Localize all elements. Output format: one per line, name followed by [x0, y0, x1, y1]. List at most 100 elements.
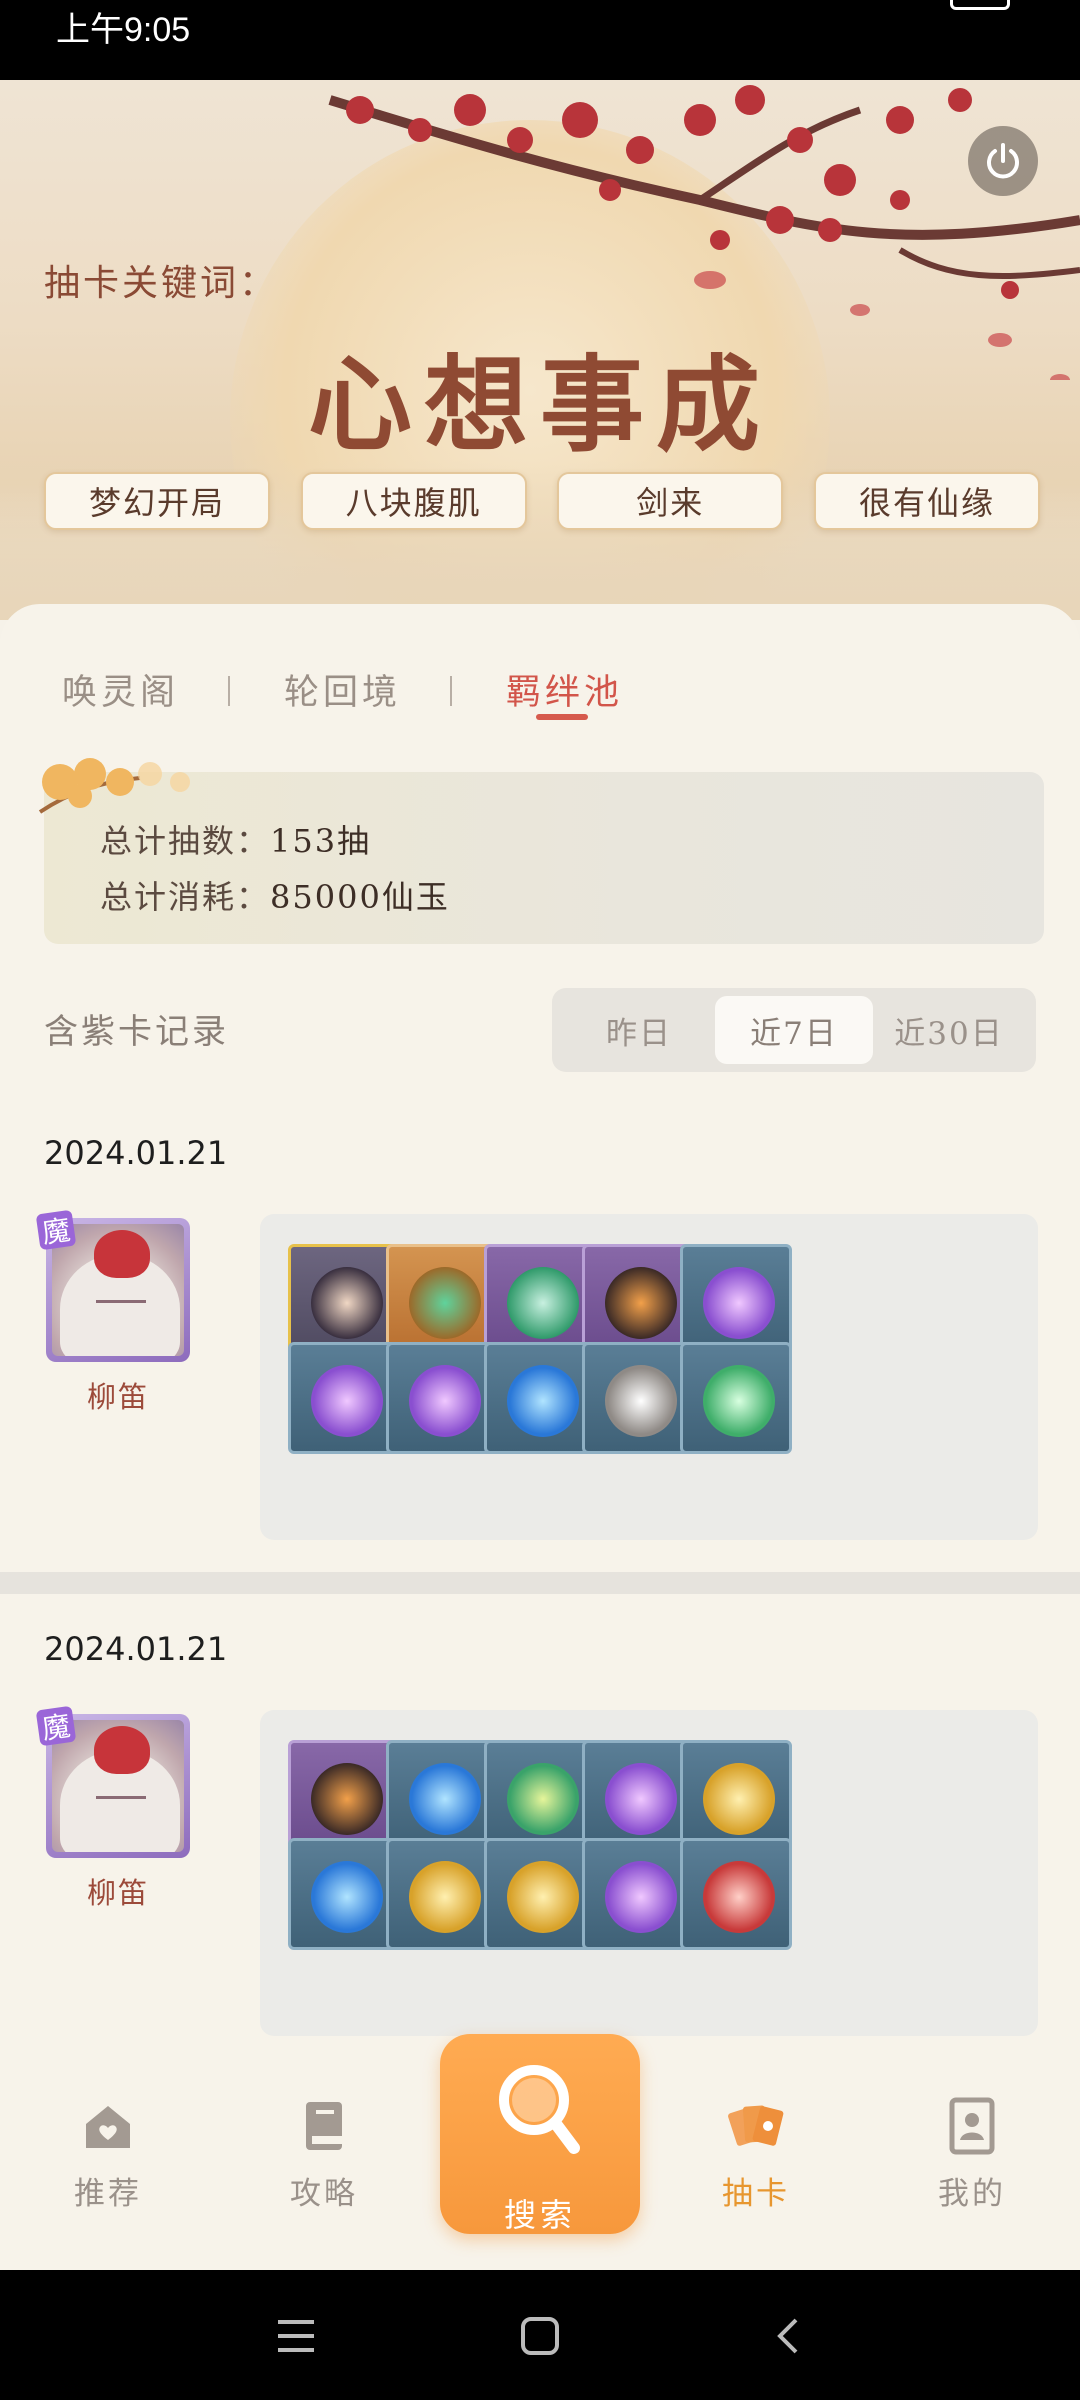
draw-item[interactable]	[680, 1740, 792, 1852]
tab-lunhuijing[interactable]: 轮回境	[284, 664, 401, 715]
character-portrait-icon	[311, 1267, 383, 1339]
nav-recommend[interactable]: 推荐	[38, 2096, 178, 2213]
keyword-tag[interactable]: 很有仙缘	[813, 472, 1040, 530]
total-cost-label: 总计消耗：	[100, 878, 271, 916]
keyword-label: 抽卡关键词：	[44, 263, 279, 304]
hero-banner: 抽卡关键词： 心想事成 梦幻开局 八块腹肌 剑来 很有仙缘	[0, 80, 1080, 620]
record-date: 2024.01.21	[44, 1134, 228, 1172]
record-divider	[0, 1572, 1080, 1594]
purple-chest-icon	[703, 1267, 775, 1339]
faction-badge: 魔	[35, 1705, 77, 1747]
green-chest-icon	[703, 1365, 775, 1437]
draw-item[interactable]	[484, 1740, 596, 1852]
character-name: 柳笛	[86, 1380, 149, 1414]
system-nav-bar	[0, 2270, 1080, 2400]
nav-label: 攻略	[290, 2176, 358, 2212]
search-button[interactable]: 搜索	[440, 2034, 640, 2234]
draw-item[interactable]	[288, 1740, 400, 1852]
time-filter: 昨日 近7日 近30日	[552, 988, 1036, 1072]
green-leaf-icon	[507, 1763, 579, 1835]
nav-draw[interactable]: 抽卡	[686, 2096, 826, 2213]
ore-stone-icon	[311, 1763, 383, 1835]
status-bar: 上午9:05	[0, 0, 1080, 80]
nav-label: 我的	[938, 2176, 1006, 2212]
keyword-tags: 梦幻开局 八块腹肌 剑来 很有仙缘	[44, 472, 1040, 530]
draw-item[interactable]	[680, 1244, 792, 1356]
keyword-title: 心想事成	[307, 343, 772, 466]
tab-separator	[450, 676, 452, 706]
gold-chest-icon	[703, 1763, 775, 1835]
draw-item[interactable]	[484, 1838, 596, 1950]
draw-item[interactable]	[582, 1342, 694, 1454]
blue-flame-icon	[507, 1365, 579, 1437]
purple-chest-icon	[605, 1861, 677, 1933]
draw-items-grid	[260, 1710, 1038, 2036]
total-draws-label: 总计抽数：	[100, 822, 271, 860]
purple-chest-icon	[605, 1763, 677, 1835]
search-label: 搜索	[503, 2196, 576, 2234]
blue-flame-icon	[311, 1861, 383, 1933]
keyword-tag[interactable]: 梦幻开局	[44, 472, 270, 530]
nav-label: 推荐	[74, 2176, 142, 2212]
blue-flame-icon	[409, 1763, 481, 1835]
status-time: 上午9:05	[56, 11, 191, 49]
blossom-decoration	[38, 758, 190, 814]
character-mask	[94, 1726, 150, 1774]
home-icon[interactable]	[520, 2316, 560, 2356]
back-icon[interactable]	[768, 2316, 808, 2356]
draw-item[interactable]	[484, 1244, 596, 1356]
menu-icon[interactable]	[276, 2316, 316, 2356]
tab-huanlingge[interactable]: 唤灵阁	[62, 664, 179, 715]
draw-item[interactable]	[288, 1342, 400, 1454]
character-eyes	[96, 1796, 146, 1800]
filter-30-days[interactable]: 近30日	[870, 996, 1028, 1064]
nav-profile[interactable]: 我的	[902, 2096, 1042, 2213]
record-section-title: 含紫卡记录	[44, 1012, 229, 1052]
draw-item[interactable]	[386, 1740, 498, 1852]
total-cost-value: 85000仙玉	[270, 878, 450, 916]
filter-yesterday[interactable]: 昨日	[560, 996, 718, 1064]
character-mask	[94, 1230, 150, 1278]
draw-item[interactable]	[680, 1838, 792, 1950]
faction-badge: 魔	[35, 1209, 77, 1251]
draw-item[interactable]	[582, 1740, 694, 1852]
character-avatar[interactable]: 魔	[35, 1209, 190, 1362]
stats-card: 总计抽数：153抽 总计消耗：85000仙玉	[38, 758, 1044, 944]
home-heart-icon	[86, 2106, 130, 2148]
character-avatar[interactable]: 魔	[35, 1705, 190, 1858]
cards-icon	[728, 2105, 784, 2146]
draw-items-grid	[260, 1214, 1038, 1540]
draw-item[interactable]	[484, 1342, 596, 1454]
draw-item[interactable]	[288, 1838, 400, 1950]
draw-item[interactable]	[386, 1342, 498, 1454]
tab-jibanchi[interactable]: 羁绊池	[506, 664, 623, 715]
total-draws-value: 153抽	[270, 822, 372, 860]
filter-7-days[interactable]: 近7日	[715, 996, 873, 1064]
purple-chest-icon	[311, 1365, 383, 1437]
draw-item[interactable]	[386, 1244, 498, 1356]
gold-chest-icon	[409, 1861, 481, 1933]
battery-icon	[950, 0, 1010, 10]
character-eyes	[96, 1300, 146, 1304]
main-panel: 唤灵阁 轮回境 羁绊池 总计抽数：153抽 总计消耗：85000仙玉 含紫卡记录…	[0, 604, 1080, 2164]
treasure-chest-icon	[409, 1267, 481, 1339]
ore-stone-icon	[605, 1267, 677, 1339]
grey-stone-icon	[605, 1365, 677, 1437]
draw-item[interactable]	[386, 1838, 498, 1950]
active-tab-indicator	[536, 714, 588, 720]
profile-card-icon	[949, 2097, 995, 2155]
draw-item[interactable]	[582, 1838, 694, 1950]
green-lotus-icon	[507, 1267, 579, 1339]
record-date: 2024.01.21	[44, 1630, 228, 1668]
nav-guide[interactable]: 攻略	[254, 2096, 394, 2213]
purple-chest-icon	[409, 1365, 481, 1437]
power-button[interactable]	[968, 126, 1038, 196]
keyword-tag[interactable]: 剑来	[557, 472, 784, 530]
total-cost: 总计消耗：85000仙玉	[100, 872, 450, 918]
power-icon	[987, 143, 1019, 179]
keyword-tag[interactable]: 八块腹肌	[300, 472, 527, 530]
red-chest-icon	[703, 1861, 775, 1933]
draw-item[interactable]	[582, 1244, 694, 1356]
draw-item[interactable]	[680, 1342, 792, 1454]
draw-item[interactable]	[288, 1244, 400, 1356]
